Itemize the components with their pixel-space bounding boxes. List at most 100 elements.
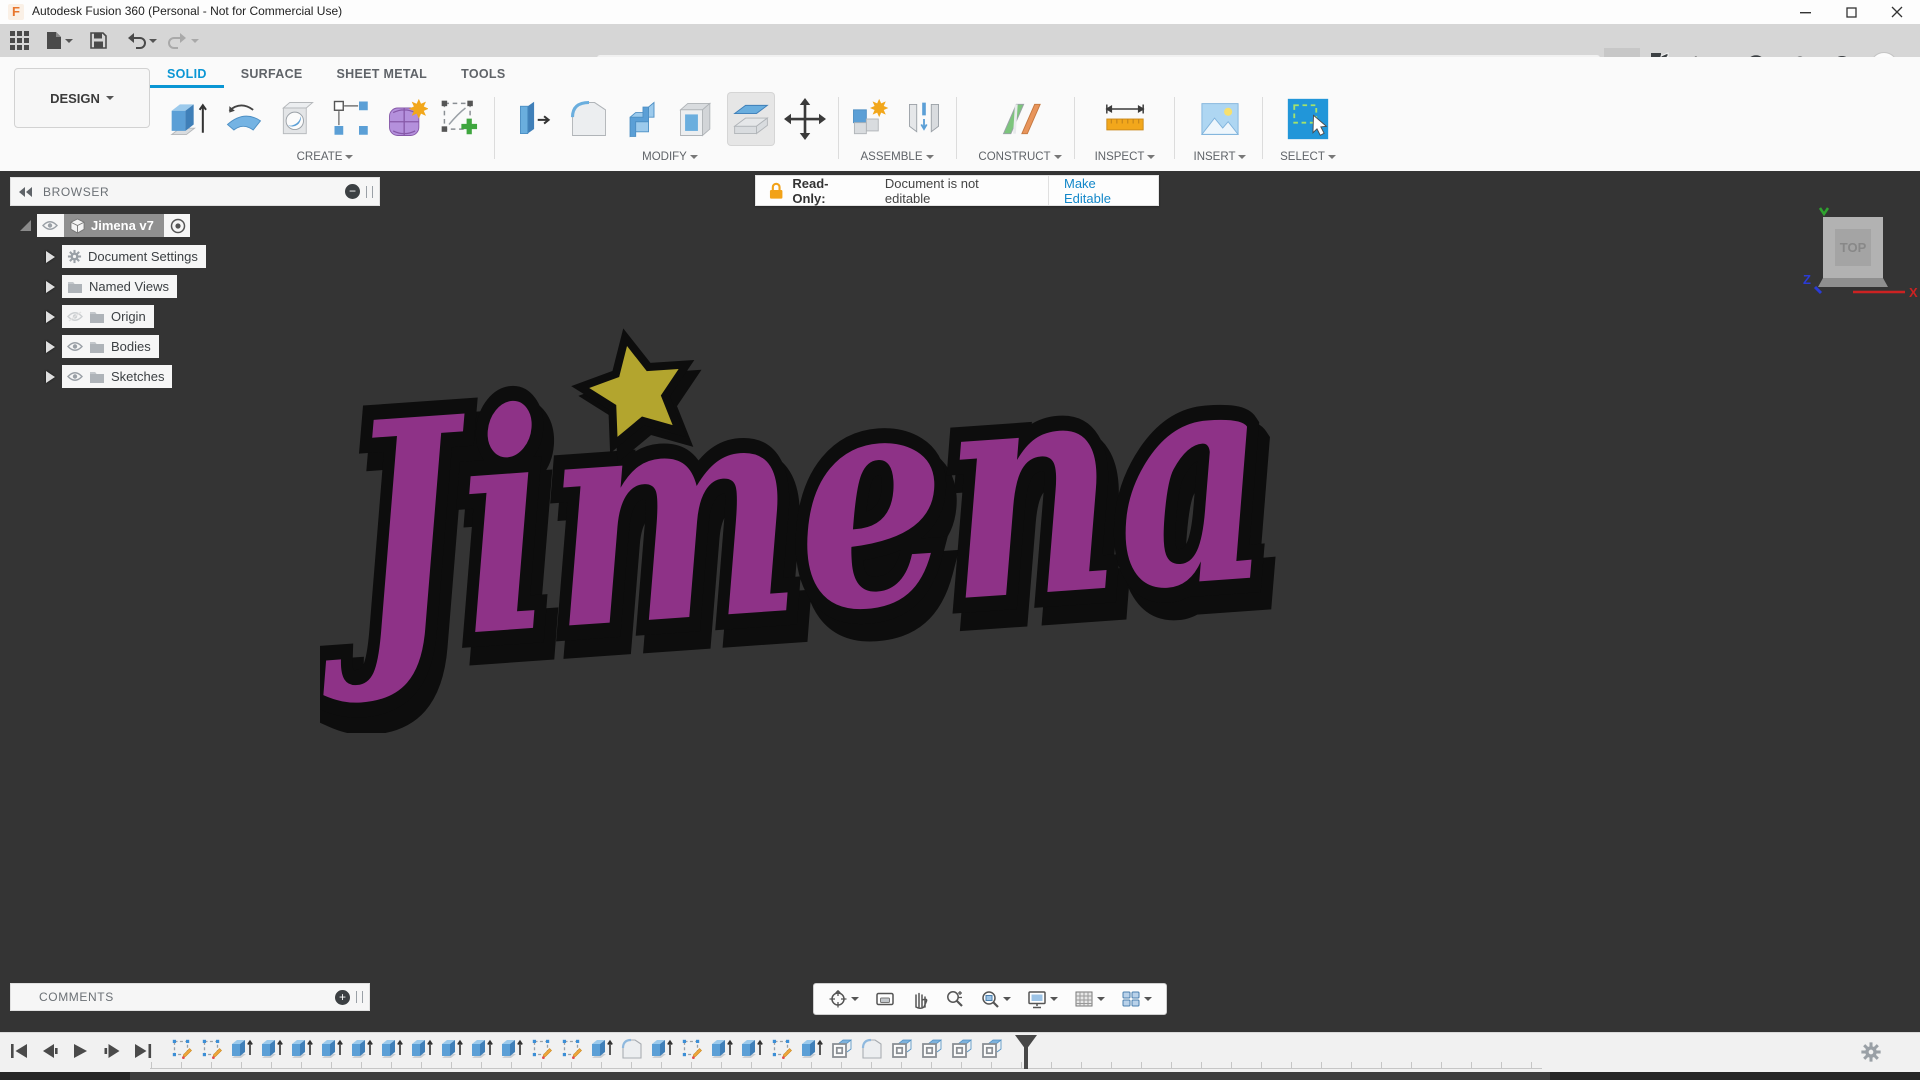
ribbon-tab-surface[interactable]: SURFACE (224, 60, 320, 88)
group-label-construct[interactable]: CONSTRUCT (968, 151, 1072, 163)
timeline-extrude-icon[interactable] (440, 1037, 464, 1061)
timeline-extrude-icon[interactable] (380, 1037, 404, 1061)
look-at-button[interactable] (873, 988, 897, 1010)
comments-resize-handle[interactable] (356, 991, 363, 1003)
browser-item-named-views[interactable]: Named Views (46, 275, 177, 298)
visibility-eye-icon[interactable] (42, 220, 58, 231)
minimize-button[interactable] (1782, 0, 1828, 24)
viewports-button[interactable] (1119, 988, 1154, 1010)
group-label-create[interactable]: CREATE (166, 151, 484, 163)
save-button[interactable] (86, 28, 111, 53)
insert-image-tool[interactable] (1197, 93, 1243, 145)
comments-expand-button[interactable]: + (335, 990, 350, 1005)
viewcube-face-label[interactable]: TOP (1840, 240, 1867, 255)
ribbon-tab-tools[interactable]: TOOLS (444, 60, 522, 88)
group-label-inspect[interactable]: INSPECT (1080, 151, 1170, 163)
root-expander-icon[interactable] (20, 220, 31, 231)
timeline-offset-icon[interactable] (890, 1037, 914, 1061)
display-settings-button[interactable] (1025, 988, 1060, 1011)
timeline-extrude-icon[interactable] (410, 1037, 434, 1061)
create-sketch-tool[interactable] (437, 93, 483, 145)
close-button[interactable] (1874, 0, 1920, 24)
timeline-sketch-icon[interactable] (530, 1037, 554, 1061)
form-tool[interactable] (383, 93, 429, 145)
maximize-button[interactable] (1828, 0, 1874, 24)
timeline-extrude-icon[interactable] (350, 1037, 374, 1061)
group-label-select[interactable]: SELECT (1268, 151, 1348, 163)
new-component-tool[interactable] (847, 93, 893, 145)
timeline-scrollbar-thumb[interactable] (130, 1072, 1550, 1080)
revolve-tool[interactable] (221, 93, 267, 145)
timeline-extrude-icon[interactable] (800, 1037, 824, 1061)
panel-resize-handle[interactable] (366, 186, 373, 198)
expander-icon[interactable] (46, 341, 55, 353)
browser-item-sketches[interactable]: Sketches (46, 365, 172, 388)
offset-face-tool[interactable] (728, 93, 774, 145)
construct-plane-tool[interactable] (997, 93, 1043, 145)
shell-tool[interactable] (674, 93, 720, 145)
grid-settings-caret[interactable] (1097, 997, 1105, 1001)
extrude-tool[interactable] (167, 93, 213, 145)
timeline-fillet-icon[interactable] (860, 1037, 884, 1061)
redo-button[interactable] (164, 28, 203, 53)
timeline-offset-icon[interactable] (980, 1037, 1004, 1061)
timeline-extrude-icon[interactable] (710, 1037, 734, 1061)
combine-tool[interactable] (620, 93, 666, 145)
timeline-settings-button[interactable] (1860, 1041, 1882, 1063)
workspace-selector[interactable]: DESIGN (14, 68, 150, 128)
group-label-insert[interactable]: INSERT (1180, 151, 1260, 163)
skip-to-start-button[interactable] (8, 1041, 30, 1061)
timeline-extrude-icon[interactable] (320, 1037, 344, 1061)
browser-item-origin[interactable]: Origin (46, 305, 154, 328)
timeline-extrude-icon[interactable] (650, 1037, 674, 1061)
expander-icon[interactable] (46, 251, 55, 263)
browser-item-document-settings[interactable]: Document Settings (46, 245, 206, 268)
fit-caret[interactable] (1003, 997, 1011, 1001)
pan-button[interactable] (909, 987, 931, 1011)
timeline-extrude-icon[interactable] (470, 1037, 494, 1061)
ribbon-tab-solid[interactable]: SOLID (150, 60, 224, 88)
viewports-caret[interactable] (1144, 997, 1152, 1001)
timeline-fillet-icon[interactable] (620, 1037, 644, 1061)
browser-root-row[interactable]: Jimena v7 (20, 214, 190, 237)
ribbon-tab-sheet-metal[interactable]: SHEET METAL (320, 60, 445, 88)
step-forward-button[interactable] (101, 1041, 123, 1061)
timeline-sketch-icon[interactable] (560, 1037, 584, 1061)
orbit-button[interactable] (826, 987, 861, 1011)
comments-panel-header[interactable]: COMMENTS + (10, 983, 370, 1011)
press-pull-tool[interactable] (512, 93, 558, 145)
timeline-extrude-icon[interactable] (290, 1037, 314, 1061)
fit-button[interactable] (978, 987, 1013, 1011)
view-cube[interactable]: TOP Z X (1795, 200, 1920, 305)
pattern-tool[interactable] (329, 93, 375, 145)
step-back-button[interactable] (39, 1041, 61, 1061)
timeline-sketch-icon[interactable] (680, 1037, 704, 1061)
grid-settings-button[interactable] (1072, 988, 1107, 1010)
timeline-offset-icon[interactable] (950, 1037, 974, 1061)
panel-collapse-button[interactable]: − (345, 184, 360, 199)
app-grid-button[interactable] (6, 28, 33, 53)
browser-panel-header[interactable]: BROWSER − (10, 177, 380, 206)
activate-component-icon[interactable] (170, 218, 186, 234)
timeline-playhead-flag[interactable] (1015, 1035, 1037, 1050)
timeline-extrude-icon[interactable] (230, 1037, 254, 1061)
display-settings-caret[interactable] (1050, 997, 1058, 1001)
timeline-extrude-icon[interactable] (590, 1037, 614, 1061)
timeline-extrude-icon[interactable] (260, 1037, 284, 1061)
measure-tool[interactable] (1102, 93, 1148, 145)
timeline-offset-icon[interactable] (920, 1037, 944, 1061)
orbit-caret[interactable] (851, 997, 859, 1001)
skip-to-end-button[interactable] (132, 1041, 154, 1061)
visibility-eye-icon[interactable] (67, 341, 83, 352)
undo-button[interactable] (122, 28, 161, 53)
timeline-sketch-icon[interactable] (770, 1037, 794, 1061)
visibility-eye-icon[interactable] (67, 371, 83, 382)
expander-icon[interactable] (46, 371, 55, 383)
group-label-modify[interactable]: MODIFY (505, 151, 835, 163)
file-menu-button[interactable] (42, 28, 77, 53)
play-button[interactable] (70, 1041, 92, 1061)
collapse-panel-icon[interactable] (19, 187, 33, 197)
timeline-extrude-icon[interactable] (740, 1037, 764, 1061)
browser-item-bodies[interactable]: Bodies (46, 335, 159, 358)
timeline-sketch-icon[interactable] (200, 1037, 224, 1061)
